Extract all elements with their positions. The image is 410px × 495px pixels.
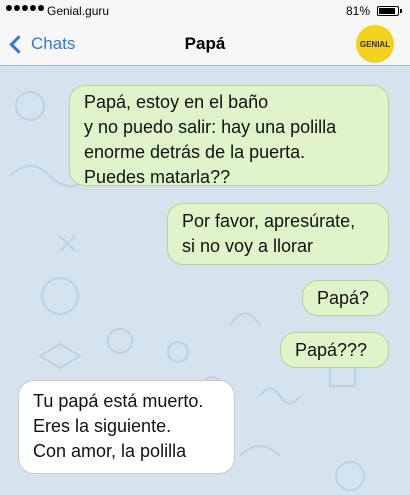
- chat-title: Papá: [184, 34, 226, 53]
- message-bubble-outgoing: Por favor, apresúrate, si no voy a llora…: [167, 203, 389, 265]
- message-line: Papá???: [295, 340, 368, 360]
- chat-area[interactable]: Papá, estoy en el baño y no puedo salir:…: [0, 66, 410, 495]
- battery-percentage: 81%: [346, 4, 371, 18]
- message-bubble-incoming: Tu papá está muerto. Eres la siguiente. …: [18, 380, 235, 474]
- navigation-bar: Chats Papá: [0, 22, 410, 66]
- message-line: Tu papá está muerto.: [33, 391, 204, 411]
- signal-strength-icon: [6, 5, 44, 11]
- message-line: Por favor, apresúrate,: [182, 211, 356, 231]
- message-line: Puedes matarla??: [84, 167, 231, 187]
- message-line: Con amor, la polilla: [33, 441, 187, 461]
- message-line: enorme detrás de la puerta.: [84, 142, 306, 162]
- message-line: y no puedo salir: hay una polilla: [84, 117, 337, 137]
- carrier-name: Genial.guru: [47, 4, 110, 18]
- message-line: si no voy a llorar: [182, 236, 314, 256]
- message-bubble-outgoing: Papá???: [280, 332, 389, 368]
- message-bubble-outgoing: Papá?: [302, 280, 389, 316]
- avatar[interactable]: GENIAL: [356, 25, 394, 63]
- message-bubble-outgoing: Papá, estoy en el baño y no puedo salir:…: [69, 85, 389, 187]
- battery-icon: [377, 6, 402, 16]
- message-line: Papá, estoy en el baño: [84, 92, 269, 112]
- status-bar: Genial.guru 81%: [0, 0, 410, 22]
- message-line: Eres la siguiente.: [33, 416, 172, 436]
- message-line: Papá?: [317, 288, 370, 308]
